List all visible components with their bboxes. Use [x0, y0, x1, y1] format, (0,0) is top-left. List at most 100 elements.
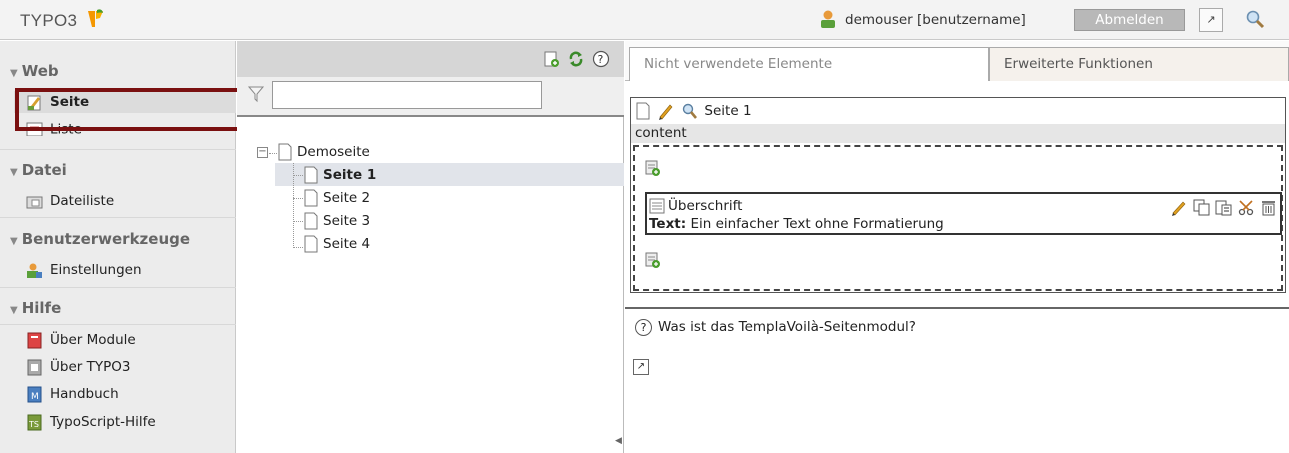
page-tree-pane: ? − Demoseite Seite 1 Seite 2 Seite 3 Se… — [237, 41, 624, 453]
preview-magnifier-icon[interactable] — [681, 102, 698, 120]
page-container: Seite 1 content Überschrift Text: Ein ei… — [630, 97, 1286, 293]
content-element-body: Text: Ein einfacher Text ohne Formatieru… — [649, 215, 1279, 233]
new-content-icon[interactable] — [645, 251, 661, 269]
tree-node-label: Demoseite — [297, 144, 370, 160]
pane-resize-handle[interactable]: ◀ — [615, 436, 622, 446]
tree-node-page[interactable]: Seite 3 — [303, 210, 370, 232]
module-item-dateiliste[interactable]: Dateiliste — [26, 190, 114, 212]
help-link[interactable]: ? Was ist das TemplaVoilà-Seitenmodul? — [635, 317, 916, 337]
refresh-icon[interactable] — [567, 50, 585, 68]
text-field-label: Text: — [649, 216, 687, 232]
tree-node-page[interactable]: Seite 1 — [303, 164, 376, 186]
tree-node-root[interactable]: Demoseite — [277, 141, 370, 163]
tree-node-label: Seite 1 — [323, 167, 377, 183]
tree-filter-input[interactable] — [272, 81, 542, 109]
help-link-text: Was ist das TemplaVoilà-Seitenmodul? — [658, 319, 916, 335]
delete-trash-icon[interactable] — [1260, 199, 1277, 216]
manual-icon: M — [27, 386, 42, 402]
book-red-icon — [27, 332, 42, 348]
tree-node-label: Seite 2 — [323, 190, 371, 206]
edit-pencil-icon[interactable] — [1171, 199, 1188, 216]
paste-reference-icon[interactable] — [1215, 199, 1232, 216]
divider — [0, 217, 236, 218]
help-icon: ? — [635, 318, 652, 336]
filter-icon[interactable] — [247, 85, 265, 103]
page-title: Seite 1 — [704, 103, 752, 119]
module-item-ueber-typo3[interactable]: Über TYPO3 — [26, 356, 130, 378]
svg-text:?: ? — [598, 53, 604, 66]
page-icon — [304, 166, 318, 184]
page-icon — [304, 235, 318, 253]
new-page-icon[interactable] — [542, 50, 560, 68]
tree-connector — [293, 175, 303, 176]
module-group-label: Web — [21, 62, 59, 80]
content-element-title: Überschrift — [668, 198, 743, 214]
module-item-label: Dateiliste — [50, 193, 115, 209]
tree-node-page[interactable]: Seite 2 — [303, 187, 370, 209]
column-label: content — [631, 124, 1285, 143]
divider — [0, 287, 236, 288]
open-new-window-button[interactable]: ↗ — [633, 359, 649, 375]
folder-icon — [26, 196, 43, 208]
collapse-toggle[interactable]: − — [257, 147, 268, 158]
module-item-label: Über TYPO3 — [50, 359, 131, 375]
module-item-label: Über Module — [50, 332, 136, 348]
divider — [0, 324, 236, 325]
module-item-handbuch[interactable]: M Handbuch — [26, 383, 119, 405]
tree-connector — [293, 198, 303, 199]
tab-advanced-functions[interactable]: Erweiterte Funktionen — [989, 47, 1289, 81]
tree-filter-row — [237, 77, 624, 117]
content-column-dropzone: Überschrift Text: Ein einfacher Text ohn… — [633, 145, 1283, 291]
help-icon[interactable]: ? — [592, 50, 610, 68]
copy-icon[interactable] — [1193, 199, 1210, 216]
module-group-datei[interactable]: ▼ Datei — [10, 161, 67, 179]
tab-bar: Nicht verwendete Elemente Erweiterte Fun… — [625, 41, 1289, 81]
user-settings-icon — [27, 263, 42, 278]
page-icon[interactable] — [635, 102, 651, 120]
tree-connector — [269, 153, 277, 154]
tab-unused-elements[interactable]: Nicht verwendete Elemente — [629, 47, 989, 81]
highlight-box — [15, 88, 241, 131]
content-element-header: Überschrift — [649, 196, 1279, 216]
module-item-label: Handbuch — [50, 386, 119, 402]
tree-tools: ? — [539, 50, 610, 68]
new-content-icon[interactable] — [645, 159, 661, 177]
module-item-ueber-module[interactable]: Über Module — [26, 329, 136, 351]
tree-node-label: Seite 3 — [323, 213, 371, 229]
content-element[interactable]: Überschrift Text: Ein einfacher Text ohn… — [645, 192, 1282, 235]
text-field-value: Ein einfacher Text ohne Formatierung — [690, 216, 944, 232]
logout-button[interactable]: Abmelden — [1074, 9, 1185, 31]
divider — [0, 149, 236, 150]
search-icon[interactable] — [1244, 8, 1266, 30]
module-group-hilfe[interactable]: ▼ Hilfe — [10, 299, 61, 317]
page-header: Seite 1 — [631, 98, 1285, 124]
cut-scissors-icon[interactable] — [1238, 199, 1255, 216]
page-icon — [278, 143, 292, 161]
element-actions — [1170, 197, 1277, 217]
typoscript-icon: TS — [27, 414, 42, 430]
module-group-web[interactable]: ▼ Web — [10, 62, 59, 80]
typo3-logo-icon[interactable] — [86, 9, 104, 29]
divider — [625, 307, 1289, 309]
open-new-window-button[interactable]: ↗ — [1199, 8, 1223, 32]
text-element-icon — [649, 198, 665, 214]
typo3-logo-text[interactable]: TYPO3 — [20, 11, 77, 31]
page-icon — [304, 212, 318, 230]
svg-text:TS: TS — [28, 420, 39, 429]
module-group-label: Hilfe — [21, 299, 62, 317]
top-bar: TYPO3 demouser [benutzername] Abmelden ↗ — [0, 0, 1289, 40]
module-item-label: Einstellungen — [50, 262, 142, 278]
tree-node-page[interactable]: Seite 4 — [303, 233, 370, 255]
module-group-label: Benutzerwerkzeuge — [21, 230, 191, 248]
tree-connector — [293, 247, 303, 248]
module-item-typoscript-hilfe[interactable]: TS TypoScript-Hilfe — [26, 411, 156, 433]
module-group-label: Datei — [21, 161, 67, 179]
module-group-benutzerwerkzeuge[interactable]: ▼ Benutzerwerkzeuge — [10, 230, 190, 248]
edit-pencil-icon[interactable] — [658, 102, 674, 120]
user-name-label: demouser [benutzername] — [845, 12, 1026, 28]
tree-node-label: Seite 4 — [323, 236, 371, 252]
module-item-einstellungen[interactable]: Einstellungen — [26, 259, 142, 281]
svg-text:M: M — [31, 392, 39, 402]
tree-toolbar: ? — [237, 41, 624, 77]
content-area: Nicht verwendete Elemente Erweiterte Fun… — [625, 41, 1289, 453]
